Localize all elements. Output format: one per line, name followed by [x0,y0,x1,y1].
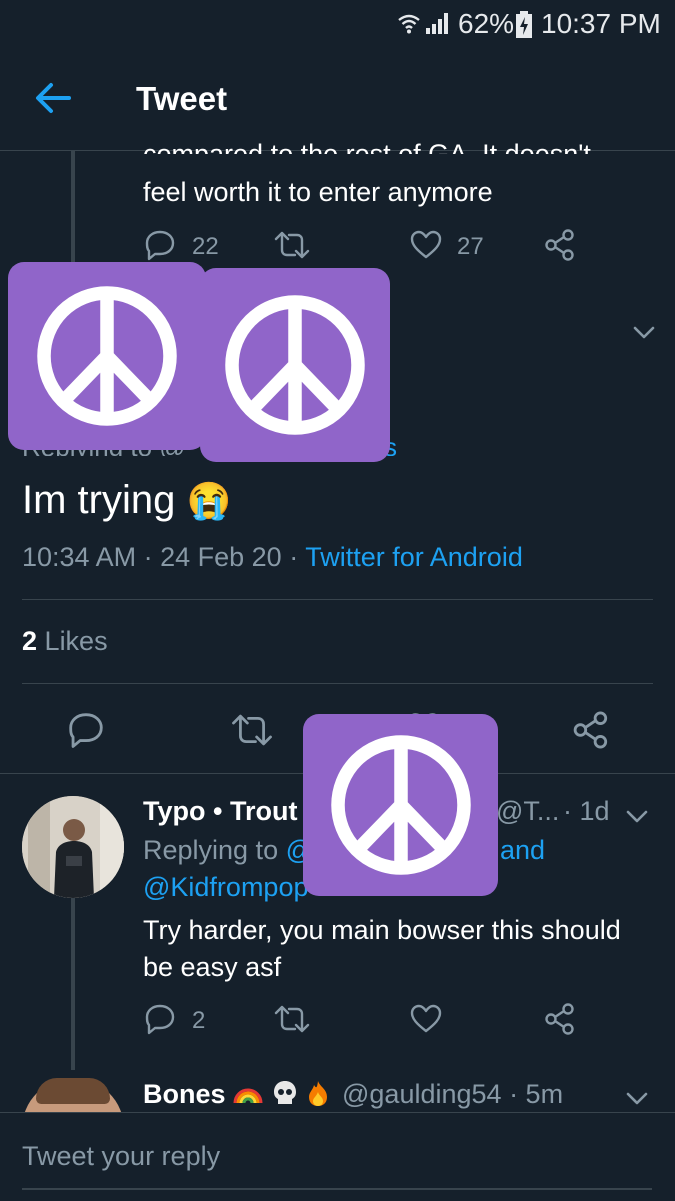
peace-sign-icon [225,295,365,435]
redaction-sticker [8,262,206,450]
retweet-icon [232,714,272,746]
signal-icon [426,13,448,34]
chevron-down-icon[interactable] [630,320,658,344]
skull-emoji-icon [273,1081,296,1104]
reply-icon [145,230,175,261]
battery-percent: 62% [458,8,515,39]
reply-text: Try harder, you main bowser this should [143,915,621,945]
share-icon [545,229,574,261]
wifi-icon [398,14,420,34]
reply1-like-button[interactable] [409,1002,443,1041]
status-bar: 62% 10:37 PM [0,0,675,50]
avatar-photo [22,796,124,898]
peace-sign-icon [37,286,177,426]
fire-emoji-icon [309,1081,328,1106]
avatar[interactable] [22,1078,124,1112]
reply-author-handle[interactable]: @T... [496,796,559,827]
reply-input-underline [22,1188,652,1190]
prev-tweet-clipped-line: compared to the rest of GA. It doesn't [143,139,591,154]
prev-share-button[interactable] [543,228,577,262]
tweet-source-link[interactable]: Twitter for Android [305,542,523,572]
reply1-share-button[interactable] [543,1002,577,1041]
chevron-down-icon[interactable] [623,804,651,828]
reply-author-name[interactable]: Typo • Trout [143,796,297,827]
reply-replying-and: and [500,835,546,865]
thread-connector [71,150,75,268]
reply-input[interactable]: Tweet your reply [22,1141,220,1172]
likes-label: Likes [44,626,108,656]
reply-age: · 1d [563,796,610,826]
retweet-button[interactable] [230,710,274,755]
battery-charging-icon [516,11,532,38]
reply-icon [69,713,103,748]
prev-tweet-text: feel worth it to enter anymore [143,177,493,207]
crying-face-emoji: 😭 [186,480,232,521]
heart-icon [410,1004,442,1033]
tweet-meta: 10:34 AM · 24 Feb 20 · Twitter for Andro… [22,542,523,572]
main-tweet-text: Im trying 😭 [22,478,232,522]
retweet-icon [274,1005,310,1033]
reply2-handle[interactable]: @gaulding54 [342,1079,502,1109]
reply2-meta: @gaulding54 · 5m [342,1079,563,1110]
reply-text: be easy asf [143,952,282,982]
retweet-icon [274,231,310,259]
top-app-bar [0,50,675,151]
prev-reply-count: 22 [192,233,219,260]
reply-button[interactable] [66,710,106,755]
reply1-retweet-button[interactable] [273,1002,311,1041]
prev-like-count: 27 [457,233,484,260]
reply2-author-name[interactable]: Bones [143,1079,330,1110]
reply1-reply-button[interactable] [143,1002,177,1041]
avatar[interactable] [22,796,124,898]
reply-replying-to: Replying to @ [143,835,314,865]
clock: 10:37 PM [541,8,661,39]
likes-summary[interactable]: 2 Likes [22,626,108,657]
page-title: Tweet [136,80,228,117]
heart-icon [410,230,442,259]
redaction-sticker [303,714,498,896]
peace-sign-icon [330,735,471,875]
reply1-reply-count: 2 [192,1007,206,1034]
thread-connector [71,898,75,1070]
divider [22,683,653,684]
reply-replying-second[interactable]: @Kidfrompop [143,872,308,903]
reply-icon [145,1004,175,1035]
back-arrow-icon[interactable] [33,80,73,116]
divider [22,599,653,600]
share-button[interactable] [571,710,611,755]
rainbow-emoji-icon [233,1088,263,1104]
share-icon [573,711,608,749]
tweet-time: 10:34 AM [22,542,137,572]
tweet-date: 24 Feb 20 [160,542,282,572]
prev-reply-button[interactable] [143,228,177,262]
reply2-age: · 5m [509,1079,564,1109]
prev-like-button[interactable] [409,228,443,262]
share-icon [545,1003,574,1035]
redaction-sticker [200,268,390,462]
chevron-down-icon[interactable] [623,1086,651,1110]
likes-count: 2 [22,626,38,656]
prev-retweet-button[interactable] [273,228,311,262]
